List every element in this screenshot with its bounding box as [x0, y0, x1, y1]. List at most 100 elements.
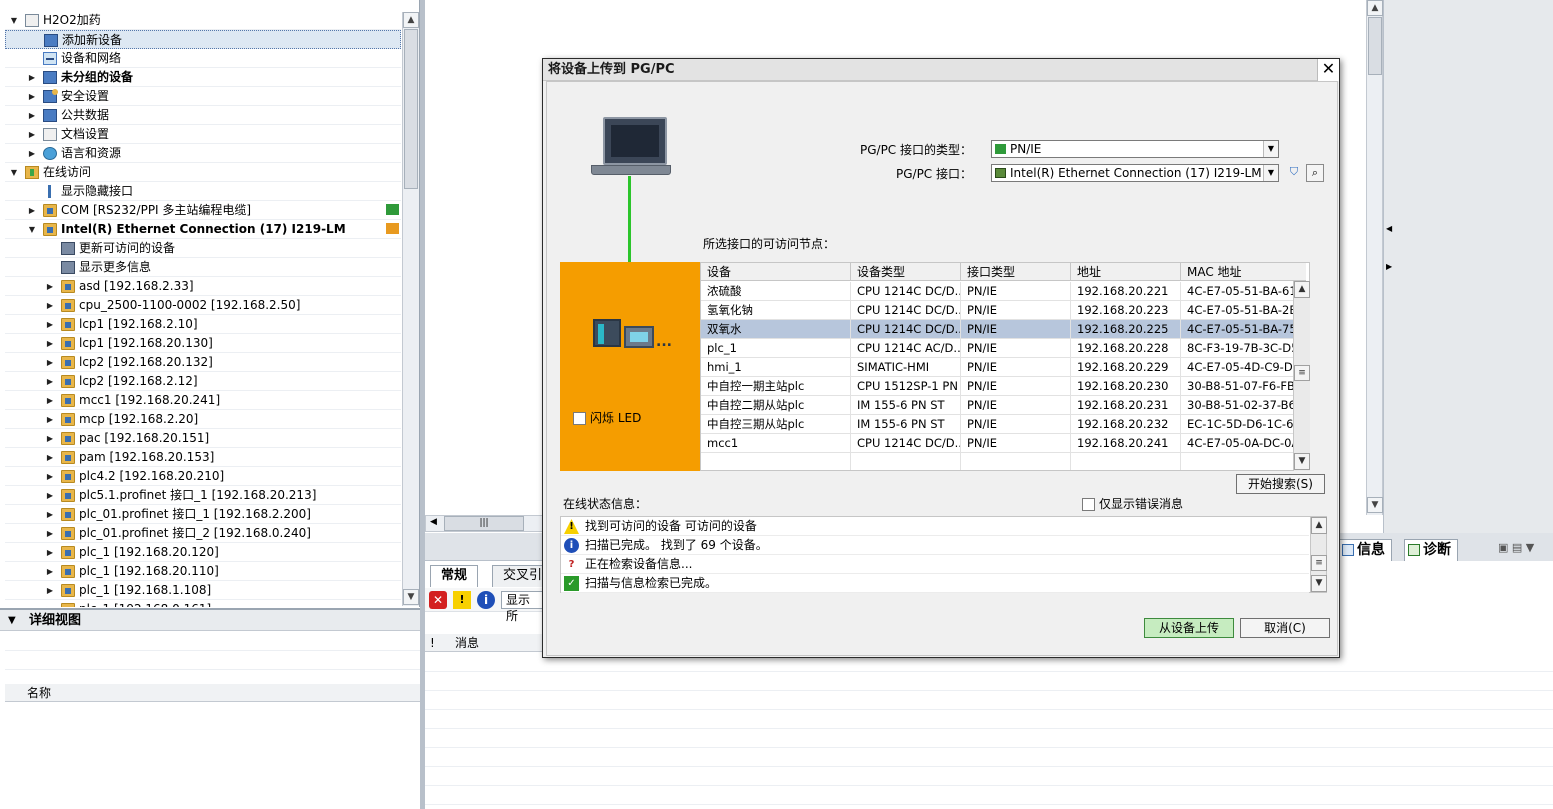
- checkbox-icon[interactable]: [1082, 498, 1095, 511]
- scroll-down-icon[interactable]: ▼: [1367, 497, 1383, 513]
- tree-item[interactable]: ▶ plc_01.profinet 接口_1 [192.168.2.200]: [5, 505, 401, 524]
- collapse-arrow-icon[interactable]: ▶: [45, 524, 55, 543]
- tree-item[interactable]: ▶ lcp1 [192.168.2.10]: [5, 315, 401, 334]
- cancel-button[interactable]: 取消(C): [1240, 618, 1330, 638]
- column-interface-type[interactable]: 接口类型: [961, 263, 1071, 281]
- right-scrollbar[interactable]: ▲ ▼: [1366, 0, 1383, 515]
- scroll-down-icon[interactable]: ▼: [403, 589, 419, 605]
- tree-item[interactable]: ▶ asd [192.168.2.33]: [5, 277, 401, 296]
- tree-item[interactable]: ▶ COM [RS232/PPI 多主站编程电缆]: [5, 201, 401, 220]
- tree-item[interactable]: 显示更多信息: [5, 258, 401, 277]
- table-row[interactable]: 氢氧化钠 CPU 1214C DC/D... PN/IE 192.168.20.223…: [701, 301, 1306, 320]
- table-row[interactable]: 双氧水 CPU 1214C DC/D... PN/IE 192.168.20.225 4…: [701, 320, 1306, 339]
- error-filter-icon[interactable]: ✕: [429, 591, 447, 609]
- collapse-arrow-icon[interactable]: ▶: [45, 543, 55, 562]
- collapse-arrow-icon[interactable]: ▶: [45, 600, 55, 607]
- tab-general[interactable]: 常规: [430, 565, 479, 587]
- column-device[interactable]: 设备: [701, 263, 851, 281]
- tree-item[interactable]: ▶ 公共数据: [5, 106, 401, 125]
- tree-item[interactable]: ▶ cpu_2500-1100-0002 [192.168.2.50]: [5, 296, 401, 315]
- collapse-arrow-icon[interactable]: ▶: [45, 486, 55, 505]
- tree-item[interactable]: 设备和网络: [5, 49, 401, 68]
- tree-item[interactable]: ▶ 未分组的设备: [5, 68, 401, 87]
- chevron-down-icon[interactable]: ▼: [8, 610, 16, 631]
- tree-item[interactable]: ▶ plc5.1.profinet 接口_1 [192.168.20.213]: [5, 486, 401, 505]
- scroll-down-icon[interactable]: ▼: [1294, 453, 1310, 470]
- chevron-down-icon[interactable]: ▼: [1263, 165, 1278, 181]
- tree-scrollbar[interactable]: ▲ ▼: [402, 12, 419, 606]
- table-row[interactable]: 中自控一期主站plc CPU 1512SP-1 PN PN/IE 192.168.20…: [701, 377, 1306, 396]
- collapse-arrow-icon[interactable]: ▶: [27, 106, 37, 125]
- tree-item[interactable]: ▼ 在线访问: [5, 163, 401, 182]
- upload-from-device-button[interactable]: 从设备上传: [1144, 618, 1234, 638]
- tree-item[interactable]: ▼ H2O2加药: [5, 11, 401, 30]
- column-address[interactable]: 地址: [1071, 263, 1181, 281]
- collapse-arrow-icon[interactable]: ▶: [45, 315, 55, 334]
- start-search-button[interactable]: 开始搜索(S): [1236, 474, 1325, 494]
- tree-item[interactable]: ▶ mcp [192.168.2.20]: [5, 410, 401, 429]
- collapse-arrow-icon[interactable]: ▶: [27, 87, 37, 106]
- collapse-arrow-icon[interactable]: ▶: [45, 410, 55, 429]
- collapse-arrow-icon[interactable]: ▶: [45, 296, 55, 315]
- table-row[interactable]: 浓硫酸 CPU 1214C DC/D... PN/IE 192.168.20.221 4…: [701, 282, 1306, 301]
- scroll-up-icon[interactable]: ▲: [1311, 517, 1327, 534]
- scroll-grip-icon[interactable]: ≡: [1311, 555, 1327, 571]
- tree-item[interactable]: ▶ pac [192.168.20.151]: [5, 429, 401, 448]
- tree-item[interactable]: ▶ plc_1 [192.168.20.120]: [5, 543, 401, 562]
- collapse-arrow-icon[interactable]: ▶: [45, 467, 55, 486]
- collapse-left-icon[interactable]: ◀: [1386, 224, 1392, 233]
- scroll-left-icon[interactable]: ◀: [430, 517, 437, 527]
- expand-arrow-icon[interactable]: ▼: [27, 220, 37, 239]
- interface-type-select[interactable]: PN/IE ▼: [991, 140, 1279, 158]
- hscroll-thumb[interactable]: |||: [444, 516, 524, 531]
- table-row[interactable]: mcc1 CPU 1214C DC/D... PN/IE 192.168.20.241…: [701, 434, 1306, 453]
- collapse-arrow-icon[interactable]: ▶: [27, 68, 37, 87]
- show-all-dropdown[interactable]: 显示所: [501, 591, 545, 623]
- expand-arrow-icon[interactable]: ▼: [9, 11, 19, 30]
- collapse-arrow-icon[interactable]: ▶: [27, 144, 37, 163]
- tab-info[interactable]: 信息: [1338, 539, 1392, 561]
- tree-item[interactable]: 添加新设备: [5, 30, 401, 49]
- tree-item[interactable]: 显示隐藏接口: [5, 182, 401, 201]
- chevron-down-icon[interactable]: ▼: [1263, 141, 1278, 157]
- tree-item[interactable]: ▶ 安全设置: [5, 87, 401, 106]
- collapse-arrow-icon[interactable]: ▶: [45, 505, 55, 524]
- tree-item[interactable]: ▶ pam [192.168.20.153]: [5, 448, 401, 467]
- status-scrollbar[interactable]: ▲ ≡ ▼: [1310, 517, 1327, 592]
- tree-item[interactable]: 更新可访问的设备: [5, 239, 401, 258]
- collapse-arrow-icon[interactable]: ▶: [45, 372, 55, 391]
- close-button[interactable]: ✕: [1317, 59, 1339, 81]
- collapse-arrow-icon[interactable]: ▶: [45, 429, 55, 448]
- info-filter-icon[interactable]: i: [477, 591, 495, 609]
- table-row[interactable]: 中自控二期从站plc IM 155-6 PN ST PN/IE 192.168.20.…: [701, 396, 1306, 415]
- collapse-arrow-icon[interactable]: ▶: [45, 277, 55, 296]
- table-row[interactable]: hmi_1 SIMATIC-HMI PN/IE 192.168.20.229 4C-E7…: [701, 358, 1306, 377]
- properties-search-icon[interactable]: ⌕: [1306, 164, 1324, 182]
- tab-diagnostics[interactable]: 诊断: [1404, 539, 1458, 561]
- tree-item[interactable]: ▶ plc_1 [192.168.0.161]: [5, 600, 401, 607]
- scroll-up-icon[interactable]: ▲: [403, 12, 419, 28]
- tree-item[interactable]: ▶ lcp2 [192.168.20.132]: [5, 353, 401, 372]
- panel-options-icon[interactable]: ▣ ▤ ▼: [1498, 541, 1534, 554]
- column-mac-address[interactable]: MAC 地址: [1181, 263, 1306, 281]
- only-errors-checkbox[interactable]: 仅显示错误消息: [1082, 495, 1183, 512]
- tree-item[interactable]: ▶ plc_1 [192.168.20.110]: [5, 562, 401, 581]
- detail-view-header[interactable]: ▼ 详细视图: [0, 608, 421, 631]
- column-device-type[interactable]: 设备类型: [851, 263, 961, 281]
- scroll-up-icon[interactable]: ▲: [1294, 281, 1310, 298]
- scroll-up-icon[interactable]: ▲: [1367, 0, 1383, 16]
- scroll-down-icon[interactable]: ▼: [1311, 575, 1327, 592]
- collapse-arrow-icon[interactable]: ▶: [45, 581, 55, 600]
- shield-icon[interactable]: ⛉: [1285, 164, 1303, 182]
- table-row[interactable]: plc_1 CPU 1214C AC/D... PN/IE 192.168.20.22…: [701, 339, 1306, 358]
- checkbox-icon[interactable]: [573, 412, 586, 425]
- tree-item[interactable]: ▶ lcp2 [192.168.2.12]: [5, 372, 401, 391]
- detail-column-header[interactable]: 名称: [5, 684, 420, 702]
- interface-select[interactable]: Intel(R) Ethernet Connection (17) I219-L…: [991, 164, 1279, 182]
- collapse-arrow-icon[interactable]: ▶: [45, 334, 55, 353]
- collapse-arrow-icon[interactable]: ▶: [45, 391, 55, 410]
- table-scrollbar[interactable]: ▲ ≡ ▼: [1293, 281, 1310, 471]
- scroll-thumb[interactable]: [1368, 17, 1382, 75]
- scroll-grip-icon[interactable]: ≡: [1294, 365, 1310, 381]
- expand-right-icon[interactable]: ▶: [1386, 262, 1392, 271]
